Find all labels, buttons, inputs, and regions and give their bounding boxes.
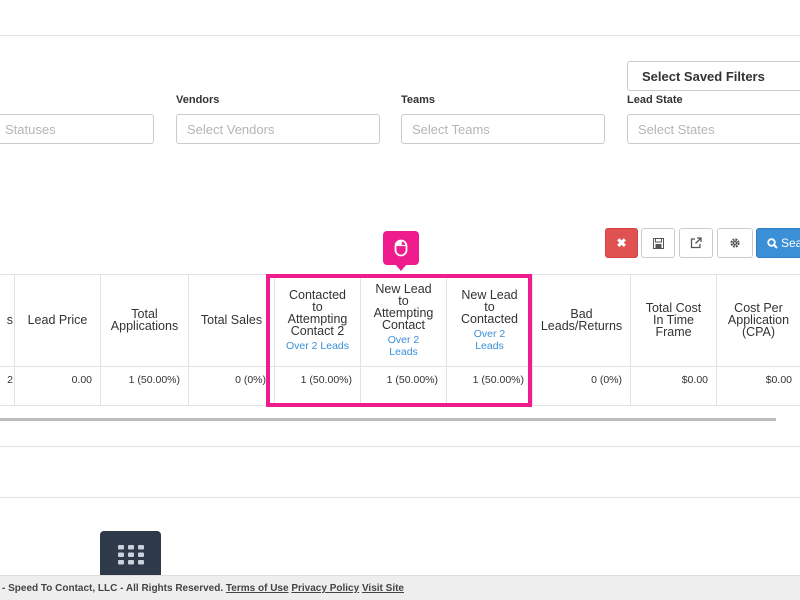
visit-site-link[interactable]: Visit Site (362, 583, 404, 594)
section-divider (0, 497, 800, 498)
table-cell: 1 (50.00%) (128, 374, 180, 386)
search-icon (767, 237, 778, 249)
table-cell: $0.00 (765, 374, 792, 386)
column-header[interactable]: Total Sales (201, 314, 262, 327)
column-total-applications: Total Applications 1 (50.00%) (100, 274, 188, 406)
statuses-select[interactable]: Statuses (0, 114, 154, 144)
teams-select[interactable]: Select Teams (401, 114, 605, 144)
lead-state-label: Lead State (627, 94, 683, 106)
horizontal-scrollbar[interactable] (0, 418, 776, 421)
column-lead-price: Lead Price 0.00 (14, 274, 100, 406)
grid-icon (117, 545, 144, 565)
vendors-select[interactable]: Select Vendors (176, 114, 380, 144)
column-total-sales: Total Sales 0 (0%) (188, 274, 274, 406)
save-icon (652, 237, 664, 249)
click-marker (383, 231, 419, 271)
export-button[interactable] (679, 228, 713, 258)
highlight-box (266, 274, 532, 407)
external-link-icon (690, 237, 702, 249)
settings-button[interactable] (717, 228, 753, 258)
top-divider (0, 35, 800, 36)
column-cpa: Cost Per Application (CPA) $0.00 (716, 274, 800, 406)
table-cell: 0 (0%) (591, 374, 622, 386)
search-button[interactable]: Sea (756, 228, 800, 258)
teams-label: Teams (401, 94, 436, 106)
column-total-cost: Total Cost In Time Frame $0.00 (630, 274, 716, 406)
column-header: s (6, 313, 13, 327)
table-cell: $0.00 (681, 374, 708, 386)
mouse-icon (394, 239, 408, 257)
table-cell: 0.00 (71, 374, 92, 386)
table-column-cut: s 2 (0, 274, 14, 406)
column-header[interactable]: Lead Price (28, 314, 88, 327)
column-bad-leads: Bad Leads/Returns 0 (0%) (532, 274, 630, 406)
section-divider (0, 446, 800, 447)
lead-state-select[interactable]: Select States (627, 114, 800, 144)
close-icon: ✖ (616, 236, 627, 250)
privacy-link[interactable]: Privacy Policy (291, 583, 359, 594)
table-cell: 0 (0%) (235, 374, 266, 386)
apps-menu-button[interactable] (100, 531, 161, 579)
search-label: Sea (781, 236, 800, 250)
vendors-label: Vendors (176, 94, 220, 106)
table-cell: 2 (7, 374, 13, 386)
column-header[interactable]: Total Cost In Time Frame (645, 302, 702, 339)
footer: - Speed To Contact, LLC - All Rights Res… (0, 575, 800, 600)
column-header[interactable]: Bad Leads/Returns (539, 308, 624, 333)
footer-copyright: - Speed To Contact, LLC - All Rights Res… (2, 583, 224, 594)
terms-link[interactable]: Terms of Use (226, 583, 289, 594)
saved-filters-select[interactable]: Select Saved Filters (627, 61, 800, 91)
clear-filters-button[interactable]: ✖ (605, 228, 638, 258)
column-header[interactable]: Cost Per Application (CPA) (723, 302, 794, 339)
gear-icon (730, 238, 740, 248)
column-header[interactable]: Total Applications (109, 308, 180, 333)
save-filter-button[interactable] (641, 228, 675, 258)
